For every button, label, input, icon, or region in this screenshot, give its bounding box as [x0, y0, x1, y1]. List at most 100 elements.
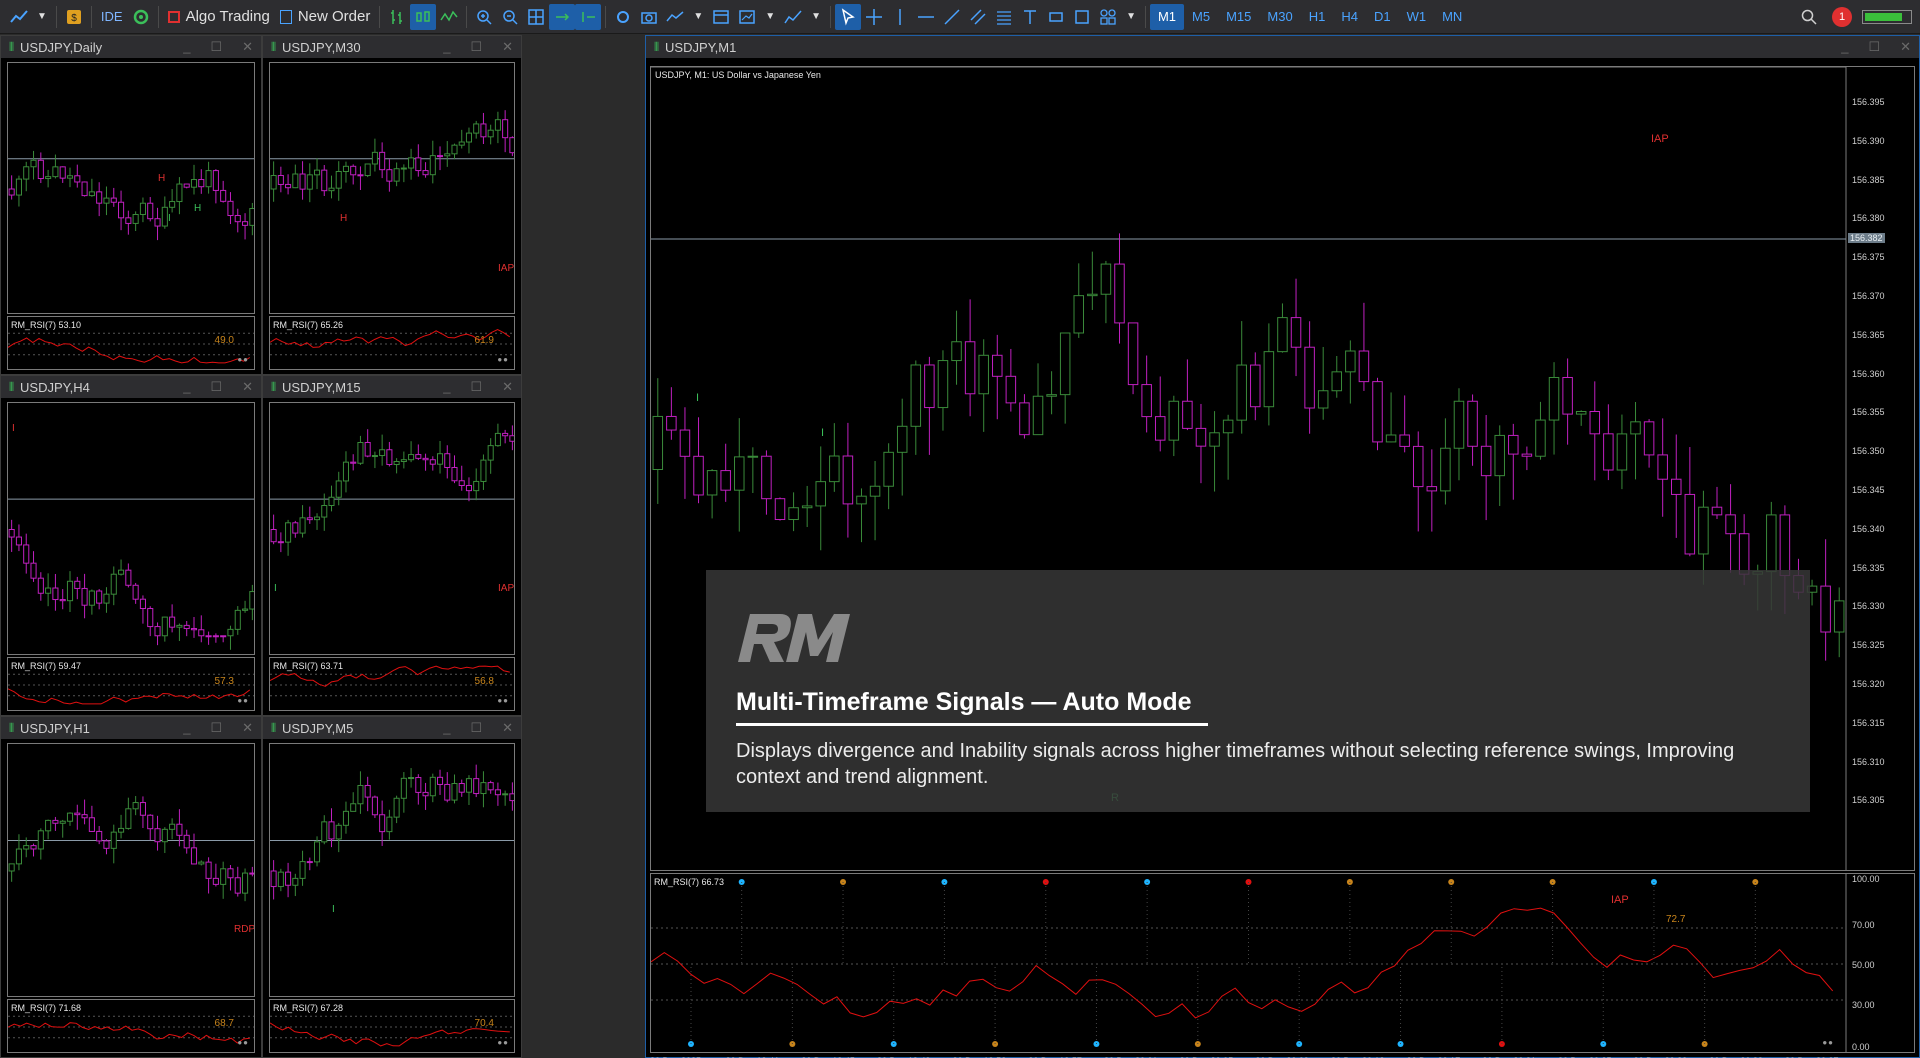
- maximize-icon[interactable]: ☐: [1868, 39, 1880, 55]
- rsi-panel[interactable]: RM_RSI(7) 71.68 68.7 ●●: [7, 999, 255, 1053]
- settings-gear-icon[interactable]: [128, 4, 154, 30]
- line-chart-icon[interactable]: [436, 4, 462, 30]
- timeframes-chart-icon[interactable]: [780, 4, 806, 30]
- algo-trading-button[interactable]: Algo Trading: [163, 3, 275, 31]
- label-tool-icon[interactable]: [1043, 4, 1069, 30]
- window-titlebar[interactable]: ⫴ USDJPY,H4 _ ☐ ✕: [1, 376, 261, 398]
- close-icon[interactable]: ✕: [502, 720, 513, 736]
- dropdown-arrow-icon[interactable]: ▼: [806, 3, 826, 31]
- price-chart[interactable]: I: [269, 743, 515, 997]
- timeframe-d1-button[interactable]: D1: [1366, 4, 1399, 30]
- window-titlebar[interactable]: ⫴ USDJPY,M15 _ ☐ ✕: [263, 376, 521, 398]
- maximize-icon[interactable]: ☐: [210, 39, 222, 55]
- screenshot-camera-icon[interactable]: [636, 4, 662, 30]
- bar-chart-icon[interactable]: [384, 4, 410, 30]
- close-icon[interactable]: ✕: [242, 39, 253, 55]
- new-order-button[interactable]: New Order: [275, 3, 376, 31]
- maximize-icon[interactable]: ☐: [470, 379, 482, 395]
- dropdown-arrow-icon[interactable]: ▼: [688, 3, 708, 31]
- rsi-panel[interactable]: RM_RSI(7) 67.28 70.4 ●●: [269, 999, 515, 1053]
- chart-window-daily[interactable]: ⫴ USDJPY,Daily _ ☐ ✕ H I H RM_RSI(7) 53.10 49.0 ●●: [0, 35, 262, 375]
- close-icon[interactable]: ✕: [242, 379, 253, 395]
- timeframe-m30-button[interactable]: M30: [1259, 4, 1300, 30]
- panel-options-icon[interactable]: ●●: [1822, 1038, 1834, 1047]
- timeframe-m5-button[interactable]: M5: [1184, 4, 1218, 30]
- chart-type-icon[interactable]: [6, 4, 32, 30]
- chart-window-m15[interactable]: ⫴ USDJPY,M15 _ ☐ ✕ I IAP RM_RSI(7) 63.71 56.8 ●●: [262, 375, 522, 716]
- objects-icon[interactable]: [1095, 4, 1121, 30]
- text-tool-icon[interactable]: [1017, 4, 1043, 30]
- window-titlebar[interactable]: ⫴ USDJPY,H1 _ ☐ ✕: [1, 717, 261, 739]
- timeframe-mn-button[interactable]: MN: [1434, 4, 1470, 30]
- panel-options-icon[interactable]: ●●: [497, 696, 509, 705]
- minimize-icon[interactable]: _: [183, 720, 190, 736]
- rsi-panel[interactable]: RM_RSI(7) 65.26 61.9 ●●: [269, 316, 515, 370]
- autoscroll-icon[interactable]: [549, 3, 576, 30]
- main-rsi-panel[interactable]: RM_RSI(7) 66.73 72.7 IAP 100.00 70.00 50.00 30…: [650, 873, 1915, 1053]
- timeframe-m15-button[interactable]: M15: [1218, 4, 1259, 30]
- timeframe-h4-button[interactable]: H4: [1333, 4, 1366, 30]
- candlestick-icon[interactable]: [410, 3, 437, 30]
- window-titlebar[interactable]: ⫴ USDJPY,M5 _ ☐ ✕: [263, 717, 521, 739]
- dropdown-arrow-icon[interactable]: ▼: [1121, 3, 1141, 31]
- panel-options-icon[interactable]: ●●: [237, 1038, 249, 1047]
- close-icon[interactable]: ✕: [1900, 39, 1911, 55]
- close-icon[interactable]: ✕: [502, 39, 513, 55]
- window-titlebar[interactable]: ⫴ USDJPY,M30 _ ☐ ✕: [263, 36, 521, 58]
- maximize-icon[interactable]: ☐: [210, 720, 222, 736]
- horizontal-line-icon[interactable]: [913, 4, 939, 30]
- vertical-line-icon[interactable]: [887, 4, 913, 30]
- properties-gear-icon[interactable]: [610, 4, 636, 30]
- timeframe-w1-button[interactable]: W1: [1399, 4, 1435, 30]
- minimize-icon[interactable]: _: [443, 720, 450, 736]
- maximize-icon[interactable]: ☐: [470, 720, 482, 736]
- market-icon[interactable]: $: [61, 4, 87, 30]
- panel-options-icon[interactable]: ●●: [237, 355, 249, 364]
- close-icon[interactable]: ✕: [502, 379, 513, 395]
- zoom-out-icon[interactable]: [497, 4, 523, 30]
- profiles-icon[interactable]: [734, 4, 760, 30]
- price-chart[interactable]: H I H: [7, 62, 255, 314]
- close-icon[interactable]: ✕: [242, 720, 253, 736]
- minimize-icon[interactable]: _: [443, 39, 450, 55]
- minimize-icon[interactable]: _: [443, 379, 450, 395]
- zoom-in-icon[interactable]: [471, 4, 497, 30]
- window-titlebar[interactable]: ⫴ USDJPY,M1 _ ☐ ✕: [646, 36, 1919, 58]
- timeframe-m1-button[interactable]: M1: [1149, 3, 1185, 30]
- panel-options-icon[interactable]: ●●: [497, 1038, 509, 1047]
- fibonacci-icon[interactable]: [991, 4, 1017, 30]
- price-chart[interactable]: I: [7, 402, 255, 655]
- maximize-icon[interactable]: ☐: [210, 379, 222, 395]
- minimize-icon[interactable]: _: [183, 379, 190, 395]
- channel-icon[interactable]: [965, 4, 991, 30]
- indicators-icon[interactable]: [662, 4, 688, 30]
- minimize-icon[interactable]: _: [183, 39, 190, 55]
- chart-shift-icon[interactable]: [575, 3, 602, 30]
- crosshair-icon[interactable]: [861, 4, 887, 30]
- panel-options-icon[interactable]: ●●: [237, 696, 249, 705]
- dropdown-arrow-icon[interactable]: ▼: [32, 3, 52, 31]
- maximize-icon[interactable]: ☐: [470, 39, 482, 55]
- minimize-icon[interactable]: _: [1841, 39, 1848, 55]
- search-icon[interactable]: [1796, 4, 1822, 30]
- panel-options-icon[interactable]: ●●: [497, 355, 509, 364]
- rsi-panel[interactable]: RM_RSI(7) 53.10 49.0 ●●: [7, 316, 255, 370]
- window-titlebar[interactable]: ⫴ USDJPY,Daily _ ☐ ✕: [1, 36, 261, 58]
- rsi-panel[interactable]: RM_RSI(7) 63.71 56.8 ●●: [269, 657, 515, 711]
- dropdown-arrow-icon[interactable]: ▼: [760, 3, 780, 31]
- rsi-panel[interactable]: RM_RSI(7) 59.47 57.3 ●●: [7, 657, 255, 711]
- notification-badge[interactable]: 1: [1832, 7, 1852, 27]
- price-chart[interactable]: RDP: [7, 743, 255, 997]
- timeframe-h1-button[interactable]: H1: [1301, 4, 1334, 30]
- ide-button[interactable]: IDE: [96, 3, 128, 31]
- chart-window-h4[interactable]: ⫴ USDJPY,H4 _ ☐ ✕ I RM_RSI(7) 59.47 57.3 ●●: [0, 375, 262, 716]
- shapes-icon[interactable]: [1069, 4, 1095, 30]
- chart-window-m1[interactable]: ⫴ USDJPY,M1 _ ☐ ✕ USDJPY, M1: US Dollar vs Ja…: [645, 35, 1920, 1058]
- cursor-icon[interactable]: [835, 3, 862, 30]
- tile-windows-icon[interactable]: [523, 4, 549, 30]
- price-chart[interactable]: I IAP: [269, 402, 515, 655]
- templates-icon[interactable]: [708, 4, 734, 30]
- price-chart[interactable]: H IAP: [269, 62, 515, 314]
- chart-window-m5[interactable]: ⫴ USDJPY,M5 _ ☐ ✕ I RM_RSI(7) 67.28 70.4 ●●: [262, 716, 522, 1058]
- trendline-icon[interactable]: [939, 4, 965, 30]
